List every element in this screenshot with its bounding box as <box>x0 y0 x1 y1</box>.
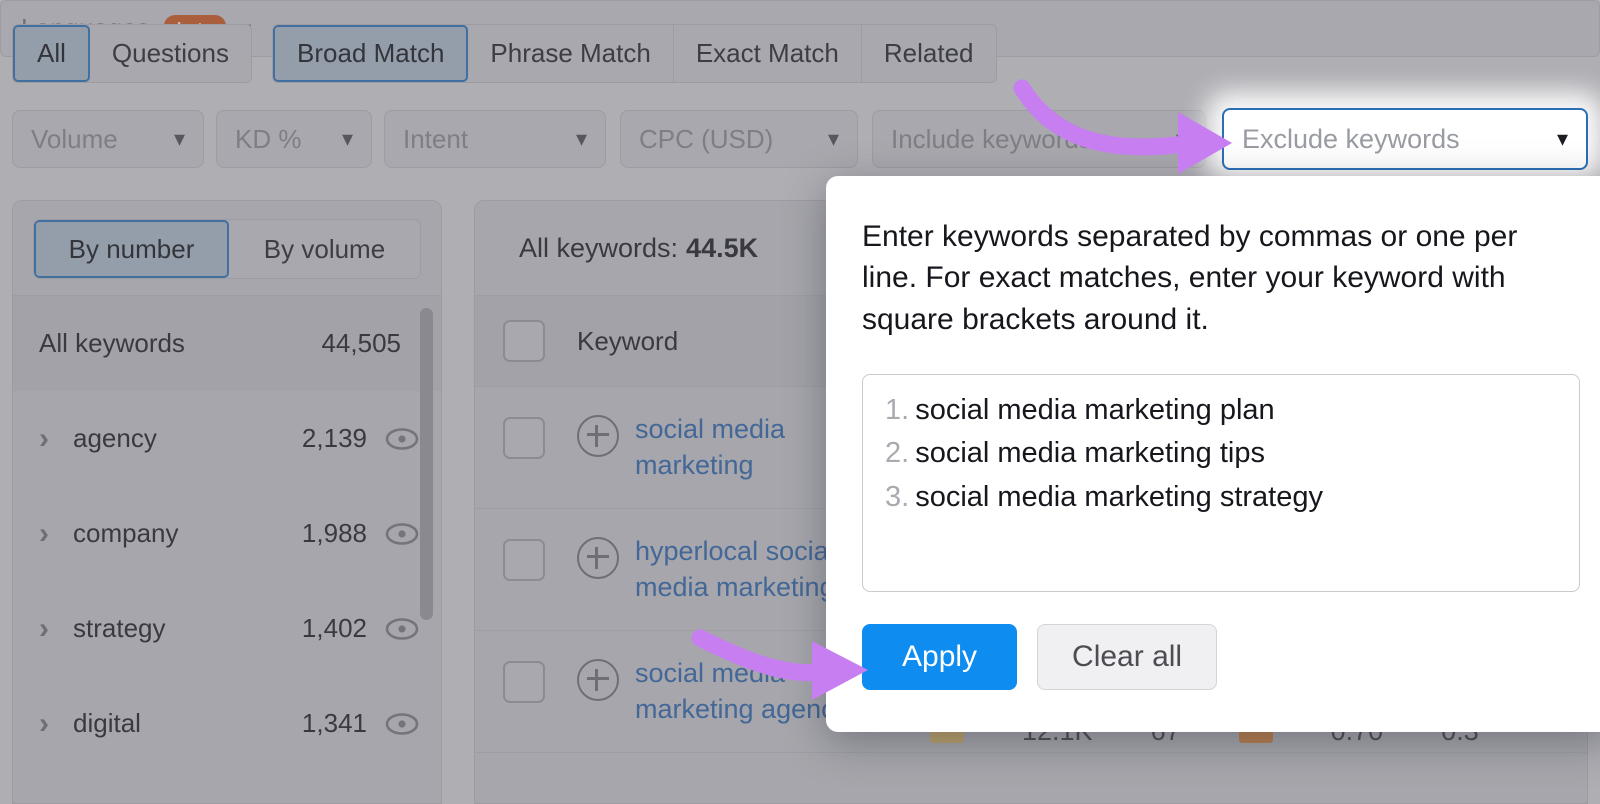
tab-all[interactable]: All <box>13 25 90 82</box>
chevron-down-icon: ▾ <box>1175 126 1187 151</box>
list-item-number: 3. <box>885 480 910 513</box>
excluded-keywords-textarea[interactable]: 1. social media marketing plan 2. social m… <box>862 374 1580 593</box>
list-item-number: 1. <box>885 394 910 427</box>
filter-volume-label: Volume <box>31 123 118 154</box>
chevron-down-icon: ▾ <box>827 126 839 151</box>
sidebar-item-company[interactable]: › company 1,988 <box>13 486 441 581</box>
add-keyword-icon[interactable] <box>577 415 619 457</box>
filter-intent[interactable]: Intent ▾ <box>384 110 606 168</box>
dropdown-hint-text: Enter keywords separated by commas or on… <box>862 220 1518 336</box>
table-title-count: 44.5K <box>686 232 759 263</box>
sidebar-item-label: All keywords <box>39 328 185 358</box>
apply-button[interactable]: Apply <box>862 624 1018 691</box>
sidebar-item-label: agency <box>73 423 157 453</box>
filter-include-keywords[interactable]: Include keywords ▾ <box>872 110 1206 168</box>
toggle-by-volume[interactable]: By volume <box>229 220 420 278</box>
list-item: 1. social media marketing plan <box>885 389 1557 432</box>
match-type-tab-group: Broad Match Phrase Match Exact Match Rel… <box>272 24 997 83</box>
keyword-type-tab-group: All Questions <box>12 24 252 83</box>
list-item-number: 2. <box>885 437 910 470</box>
list-item-label: social media marketing plan <box>915 394 1275 427</box>
keyword-group-list: All keywords 44,505 › agency 2,139 › com… <box>13 295 441 771</box>
filter-cpc-label: CPC (USD) <box>639 123 774 154</box>
sidebar-item-count: 1,988 <box>301 518 367 548</box>
chevron-down-icon: ▾ <box>341 126 353 151</box>
eye-icon[interactable] <box>385 617 419 640</box>
chevron-right-icon[interactable]: › <box>39 517 73 551</box>
list-item-label: social media marketing strategy <box>915 480 1323 513</box>
chevron-down-icon: ▾ <box>173 126 185 151</box>
sidebar-item-label: strategy <box>73 613 166 643</box>
row-checkbox[interactable] <box>503 417 545 459</box>
chevron-down-icon: ▾ <box>1556 126 1568 151</box>
sidebar-item-count: 1,402 <box>301 613 367 643</box>
sidebar-item-strategy[interactable]: › strategy 1,402 <box>13 581 441 676</box>
sidebar-item-all-keywords[interactable]: All keywords 44,505 <box>13 296 441 391</box>
list-item-label: social media marketing tips <box>915 437 1265 470</box>
add-keyword-icon[interactable] <box>577 536 619 579</box>
row-checkbox[interactable] <box>503 660 545 703</box>
select-all-checkbox[interactable] <box>503 320 545 362</box>
chevron-right-icon[interactable]: › <box>39 422 73 456</box>
dropdown-actions: Apply Clear all <box>862 624 1580 691</box>
add-keyword-icon[interactable] <box>577 658 619 701</box>
filter-include-keywords-label: Include keywords <box>891 123 1092 154</box>
eye-icon[interactable] <box>385 522 419 545</box>
sidebar-sort-toggle: By number By volume <box>33 219 421 279</box>
table-title-prefix: All keywords: <box>519 232 679 263</box>
sidebar-item-label: company <box>73 518 179 548</box>
keyword-groups-sidebar: By number By volume All keywords 44,505 … <box>12 200 442 804</box>
exclude-keywords-field[interactable]: Exclude keywords ▾ <box>1222 108 1588 170</box>
chevron-right-icon[interactable]: › <box>39 707 73 741</box>
exclude-keywords-dropdown-panel: Enter keywords separated by commas or on… <box>826 176 1600 732</box>
filter-volume[interactable]: Volume ▾ <box>12 110 204 168</box>
tab-questions[interactable]: Questions <box>90 25 251 82</box>
tab-related[interactable]: Related <box>862 25 996 82</box>
filter-cpc[interactable]: CPC (USD) ▾ <box>620 110 858 168</box>
filter-intent-label: Intent <box>403 123 469 154</box>
eye-icon[interactable] <box>385 712 419 735</box>
sidebar-scrollbar[interactable] <box>420 308 433 620</box>
chevron-right-icon[interactable]: › <box>39 612 73 646</box>
filters-toolbar: All Questions Broad Match Phrase Match E… <box>0 0 1600 168</box>
column-header-keyword[interactable]: Keyword <box>577 326 678 357</box>
sidebar-item-count: 2,139 <box>301 423 367 453</box>
list-item: 3. social media marketing strategy <box>885 476 1557 519</box>
list-item: 2. social media marketing tips <box>885 432 1557 475</box>
sidebar-item-digital[interactable]: › digital 1,341 <box>13 676 441 771</box>
tab-broad-match[interactable]: Broad Match <box>273 25 469 82</box>
row-checkbox[interactable] <box>503 538 545 581</box>
sidebar-item-count: 44,505 <box>321 328 401 358</box>
sidebar-item-agency[interactable]: › agency 2,139 <box>13 391 441 486</box>
eye-icon[interactable] <box>385 427 419 450</box>
tab-exact-match[interactable]: Exact Match <box>674 25 862 82</box>
exclude-keywords-placeholder: Exclude keywords <box>1242 123 1460 154</box>
chevron-down-icon: ▾ <box>575 126 587 151</box>
filter-kd-label: KD % <box>235 123 302 154</box>
filter-kd[interactable]: KD % ▾ <box>216 110 372 168</box>
sidebar-item-label: digital <box>73 708 141 738</box>
clear-all-button[interactable]: Clear all <box>1037 624 1218 691</box>
tab-phrase-match[interactable]: Phrase Match <box>468 25 674 82</box>
toggle-by-number[interactable]: By number <box>34 220 229 278</box>
sidebar-item-count: 1,341 <box>301 708 367 738</box>
